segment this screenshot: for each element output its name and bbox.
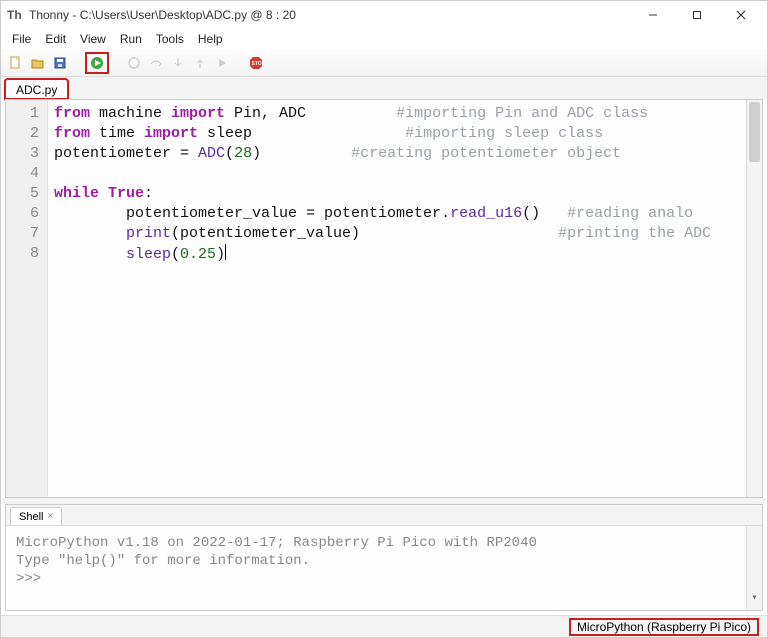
stop-icon[interactable]: STOP — [247, 54, 265, 72]
shell-output[interactable]: MicroPython v1.18 on 2022-01-17; Raspber… — [6, 526, 762, 610]
toolbar: STOP — [1, 49, 767, 77]
line-number: 8 — [6, 244, 47, 264]
code-line[interactable]: while True: — [54, 184, 756, 204]
step-into-icon[interactable] — [169, 54, 187, 72]
shell-tab[interactable]: Shell × — [10, 507, 62, 525]
editor-tabbar: ADC.py — [1, 77, 767, 99]
code-area[interactable]: from machine import Pin, ADC #importing … — [48, 100, 762, 497]
text-cursor — [225, 244, 226, 260]
app-icon: Th — [7, 7, 23, 23]
resume-icon[interactable] — [213, 54, 231, 72]
chevron-down-icon[interactable]: ▾ — [747, 590, 762, 608]
line-number: 7 — [6, 224, 47, 244]
run-button-highlight — [85, 52, 109, 74]
open-file-icon[interactable] — [29, 54, 47, 72]
code-editor[interactable]: 12345678 from machine import Pin, ADC #i… — [5, 99, 763, 498]
line-number: 3 — [6, 144, 47, 164]
window-title: Thonny - C:\Users\User\Desktop\ADC.py @ … — [29, 8, 631, 22]
close-button[interactable] — [719, 1, 763, 29]
step-over-icon[interactable] — [147, 54, 165, 72]
shell-panel: Shell × MicroPython v1.18 on 2022-01-17;… — [5, 504, 763, 611]
editor-scrollbar[interactable] — [746, 100, 762, 497]
menu-help[interactable]: Help — [191, 30, 230, 48]
svg-text:STOP: STOP — [252, 61, 264, 67]
editor-tab-adc[interactable]: ADC.py — [5, 79, 68, 99]
interpreter-selector[interactable]: MicroPython (Raspberry Pi Pico) — [569, 618, 759, 636]
titlebar: Th Thonny - C:\Users\User\Desktop\ADC.py… — [1, 1, 767, 29]
code-line[interactable]: potentiometer = ADC(28) #creating potent… — [54, 144, 756, 164]
step-out-icon[interactable] — [191, 54, 209, 72]
scrollbar-thumb[interactable] — [749, 102, 760, 162]
menu-edit[interactable]: Edit — [38, 30, 73, 48]
code-line[interactable]: from machine import Pin, ADC #importing … — [54, 104, 756, 124]
code-line[interactable]: sleep(0.25) — [54, 244, 756, 264]
close-icon[interactable]: × — [47, 511, 53, 522]
shell-tab-label: Shell — [19, 511, 43, 523]
shell-prompt[interactable]: >>> — [16, 570, 752, 588]
line-number: 6 — [6, 204, 47, 224]
code-line[interactable]: from time import sleep #importing sleep … — [54, 124, 756, 144]
svg-text:Th: Th — [7, 8, 22, 22]
shell-tabbar: Shell × — [6, 505, 762, 525]
menu-file[interactable]: File — [5, 30, 38, 48]
statusbar: MicroPython (Raspberry Pi Pico) — [1, 615, 767, 637]
editor-tab-label: ADC.py — [16, 83, 57, 97]
line-number: 1 — [6, 104, 47, 124]
code-line[interactable] — [54, 164, 756, 184]
menu-view[interactable]: View — [73, 30, 113, 48]
shell-line: MicroPython v1.18 on 2022-01-17; Raspber… — [16, 534, 752, 552]
run-icon[interactable] — [88, 54, 106, 72]
minimize-button[interactable] — [631, 1, 675, 29]
maximize-button[interactable] — [675, 1, 719, 29]
menubar: File Edit View Run Tools Help — [1, 29, 767, 49]
window-controls — [631, 1, 763, 29]
menu-tools[interactable]: Tools — [149, 30, 191, 48]
line-number: 5 — [6, 184, 47, 204]
code-line[interactable]: print(potentiometer_value) #printing the… — [54, 224, 756, 244]
menu-run[interactable]: Run — [113, 30, 149, 48]
line-number: 2 — [6, 124, 47, 144]
code-line[interactable]: potentiometer_value = potentiometer.read… — [54, 204, 756, 224]
shell-line: Type "help()" for more information. — [16, 552, 752, 570]
debug-icon[interactable] — [125, 54, 143, 72]
new-file-icon[interactable] — [7, 54, 25, 72]
interpreter-label: MicroPython (Raspberry Pi Pico) — [577, 620, 751, 634]
shell-scrollbar[interactable]: ▾ — [746, 526, 762, 610]
save-file-icon[interactable] — [51, 54, 69, 72]
line-number: 4 — [6, 164, 47, 184]
line-number-gutter: 12345678 — [6, 100, 48, 497]
